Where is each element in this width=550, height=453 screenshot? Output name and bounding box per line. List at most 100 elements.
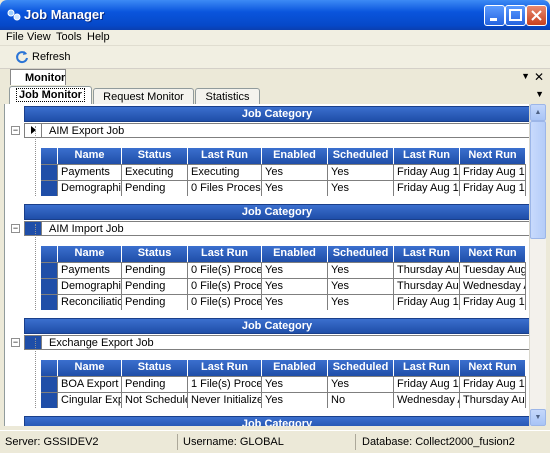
cell-enabled[interactable]: Yes — [262, 377, 328, 392]
scroll-thumb[interactable] — [530, 121, 546, 239]
column-header-last-run[interactable]: Last Run — [394, 360, 460, 376]
row-selector[interactable] — [25, 222, 42, 235]
cell-scheduled[interactable]: Yes — [328, 181, 394, 196]
cell-name[interactable]: Demographics — [58, 181, 122, 196]
cell-last-run[interactable]: Thursday Aug — [394, 263, 460, 278]
column-header-last-run[interactable]: Last Run — [394, 148, 460, 164]
cell-scheduled[interactable]: No — [328, 393, 394, 408]
collapse-group-icon[interactable]: − — [11, 224, 20, 233]
cell-next-run[interactable]: Friday Aug 10 2 — [460, 165, 526, 180]
menu-file[interactable]: File — [6, 31, 24, 43]
row-header[interactable] — [41, 263, 58, 278]
column-header-scheduled[interactable]: Scheduled — [328, 360, 394, 376]
table-row[interactable]: PaymentsPending0 File(s) ProcessYesYesTh… — [41, 262, 526, 278]
refresh-button[interactable]: Refresh — [15, 49, 71, 65]
cell-last-run-outc[interactable]: Never Initialized — [188, 393, 262, 408]
column-header-next-run[interactable]: Next Run — [460, 360, 526, 376]
cell-status[interactable]: Pending — [122, 279, 188, 294]
pin-dropdown-icon[interactable]: ▼ — [521, 71, 530, 81]
column-header-next-run[interactable]: Next Run — [460, 148, 526, 164]
cell-scheduled[interactable]: Yes — [328, 279, 394, 294]
column-header-last-run[interactable]: Last Run — [394, 246, 460, 262]
cell-scheduled[interactable]: Yes — [328, 377, 394, 392]
column-header-status[interactable]: Status — [122, 148, 188, 164]
close-button[interactable] — [526, 5, 547, 26]
cell-status[interactable]: Pending — [122, 295, 188, 310]
minimize-button[interactable] — [484, 5, 505, 26]
panel-close-icon[interactable]: ✕ — [534, 70, 544, 84]
table-row[interactable]: ReconciliationPending0 File(s) ProcessYe… — [41, 294, 526, 310]
cell-status[interactable]: Pending — [122, 181, 188, 196]
table-row[interactable]: DemographicsPending0 File(s) ProcessYesY… — [41, 278, 526, 294]
cell-last-run[interactable]: Thursday Aug — [394, 279, 460, 294]
cell-last-run[interactable]: Friday Aug 10 — [394, 181, 460, 196]
cell-enabled[interactable]: Yes — [262, 263, 328, 278]
row-selector[interactable] — [25, 124, 42, 137]
category-row[interactable]: Exchange Export Job — [24, 335, 529, 350]
row-selector[interactable] — [25, 336, 42, 349]
cell-enabled[interactable]: Yes — [262, 165, 328, 180]
tab-list-dropdown-icon[interactable]: ▼ — [535, 89, 544, 99]
column-header-scheduled[interactable]: Scheduled — [328, 148, 394, 164]
cell-name[interactable]: BOA Export — [58, 377, 122, 392]
cell-last-run[interactable]: Friday Aug 10 — [394, 165, 460, 180]
cell-scheduled[interactable]: Yes — [328, 295, 394, 310]
cell-last-run-outc[interactable]: 0 File(s) Process — [188, 279, 262, 294]
vertical-scrollbar[interactable]: ▲ ▼ — [529, 104, 546, 426]
cell-last-run-outc[interactable]: 0 File(s) Process — [188, 263, 262, 278]
row-header[interactable] — [41, 279, 58, 294]
cell-last-run[interactable]: Friday Aug 10 — [394, 295, 460, 310]
column-header-enabled[interactable]: Enabled — [262, 148, 328, 164]
cell-name[interactable]: Cingular Export — [58, 393, 122, 408]
column-header-name[interactable]: Name — [58, 246, 122, 262]
column-header-status[interactable]: Status — [122, 360, 188, 376]
table-row[interactable]: BOA ExportPending1 File(s) ProcessYesYes… — [41, 376, 526, 392]
scroll-down-arrow-icon[interactable]: ▼ — [530, 409, 546, 426]
table-row[interactable]: Payments Executing Executing Yes Yes Friday A… — [41, 164, 526, 180]
cell-name[interactable]: Payments — [58, 263, 122, 278]
row-header[interactable] — [41, 377, 58, 392]
cell-status[interactable]: Pending — [122, 377, 188, 392]
cell-enabled[interactable]: Yes — [262, 181, 328, 196]
row-header[interactable] — [41, 165, 58, 180]
cell-enabled[interactable]: Yes — [262, 393, 328, 408]
monitor-tab[interactable]: Monitor — [10, 69, 66, 86]
column-header-status[interactable]: Status — [122, 246, 188, 262]
cell-last-run[interactable]: Wednesday Au — [394, 393, 460, 408]
table-row[interactable]: DemographicsPending0 Files ProcessedYesY… — [41, 180, 526, 196]
cell-next-run[interactable]: Thursday Aug — [460, 393, 526, 408]
cell-next-run[interactable]: Friday Aug 17 2 — [460, 377, 526, 392]
category-row[interactable]: AIM Import Job — [24, 221, 529, 236]
cell-last-run-outc[interactable]: 0 Files Processed — [188, 181, 262, 196]
tab-request-monitor[interactable]: Request Monitor — [93, 88, 194, 104]
cell-next-run[interactable]: Friday Aug 17 2 — [460, 295, 526, 310]
collapse-group-icon[interactable]: − — [11, 126, 20, 135]
table-row[interactable]: Cingular ExportNot ScheduledNever Initia… — [41, 392, 526, 408]
cell-next-run[interactable]: Wednesday Aug — [460, 279, 526, 294]
column-header-scheduled[interactable]: Scheduled — [328, 246, 394, 262]
cell-enabled[interactable]: Yes — [262, 279, 328, 294]
cell-last-run-outc[interactable]: 1 File(s) Process — [188, 377, 262, 392]
cell-enabled[interactable]: Yes — [262, 295, 328, 310]
cell-status[interactable]: Pending — [122, 263, 188, 278]
cell-scheduled[interactable]: Yes — [328, 263, 394, 278]
column-header-next-run[interactable]: Next Run — [460, 246, 526, 262]
cell-scheduled[interactable]: Yes — [328, 165, 394, 180]
cell-last-run-outc[interactable]: Executing — [188, 165, 262, 180]
cell-name[interactable]: Reconciliation — [58, 295, 122, 310]
cell-name[interactable]: Demographics — [58, 279, 122, 294]
menu-view[interactable]: View — [27, 31, 51, 43]
column-header-name[interactable]: Name — [58, 360, 122, 376]
cell-name[interactable]: Payments — [58, 165, 122, 180]
cell-last-run[interactable]: Friday Aug 10 — [394, 377, 460, 392]
collapse-group-icon[interactable]: − — [11, 338, 20, 347]
column-header-last-run-outc[interactable]: Last Run Outc — [188, 246, 262, 274]
column-header-last-run-outc[interactable]: Last Run Outc — [188, 148, 262, 176]
column-header-name[interactable]: Name — [58, 148, 122, 164]
menu-help[interactable]: Help — [87, 31, 110, 43]
menu-tools[interactable]: Tools — [56, 31, 82, 43]
column-header-enabled[interactable]: Enabled — [262, 360, 328, 376]
cell-last-run-outc[interactable]: 0 File(s) Process — [188, 295, 262, 310]
scroll-up-arrow-icon[interactable]: ▲ — [530, 104, 546, 121]
row-header[interactable] — [41, 295, 58, 310]
